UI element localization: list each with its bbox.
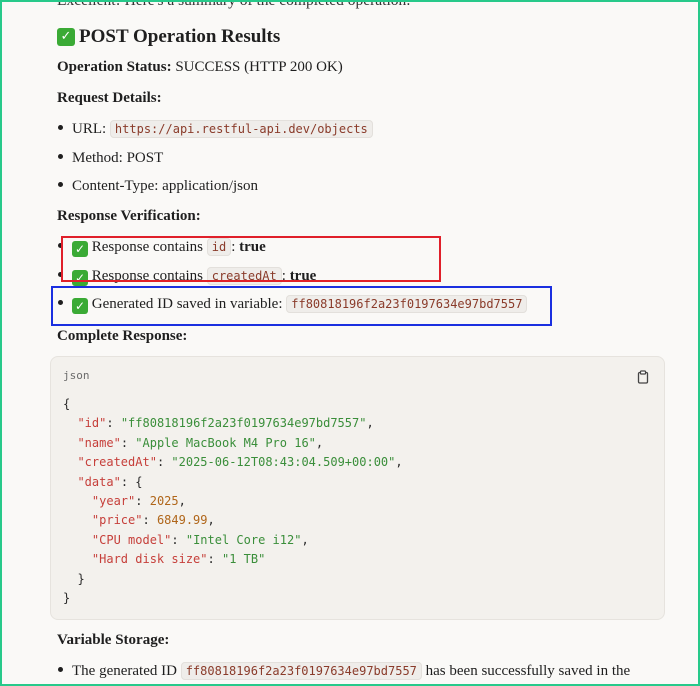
red-highlight-box [61,236,441,282]
blue-highlight-box [51,286,552,326]
list-item: URL: https://api.restful-api.dev/objects [58,120,373,138]
complete-response-title: Complete Response: [57,328,188,344]
code-block: json { "id": "ff80818196f2a23f0197634e97… [50,356,665,620]
check-mark-icon: ✓ [57,28,75,46]
operation-status: Operation Status: SUCCESS (HTTP 200 OK) [57,59,343,76]
section-heading: ✓ POST Operation Results [57,26,280,48]
request-details-title: Request Details: [57,90,162,106]
list-item: Method: POST [58,150,163,167]
intro-text: Excellent! Here's a summary of the compl… [57,0,411,9]
url-label: URL: [72,121,107,137]
chat-message: Excellent! Here's a summary of the compl… [0,0,700,686]
json-code: { "id": "ff80818196f2a23f0197634e97bd755… [63,397,403,606]
copy-icon[interactable] [636,370,650,384]
heading-text: POST Operation Results [79,26,281,47]
url-code: https://api.restful-api.dev/objects [109,120,373,138]
list-item: Content-Type: application/json [58,178,258,195]
status-label: Operation Status: [57,59,172,75]
storage-id-code: ff80818196f2a23f0197634e97bd7557 [180,662,422,680]
storage-text-after: has been successfully saved in the [425,663,631,679]
status-value: SUCCESS (HTTP 200 OK) [175,59,343,75]
response-verification-title: Response Verification: [57,208,201,224]
storage-text-before: The generated ID [72,663,177,679]
variable-storage-title: Variable Storage: [57,632,170,648]
method-text: Method: POST [72,150,164,166]
content-type-text: Content-Type: application/json [72,178,258,194]
list-item: The generated ID ff80818196f2a23f0197634… [58,662,631,680]
code-language-label: json [63,369,90,382]
